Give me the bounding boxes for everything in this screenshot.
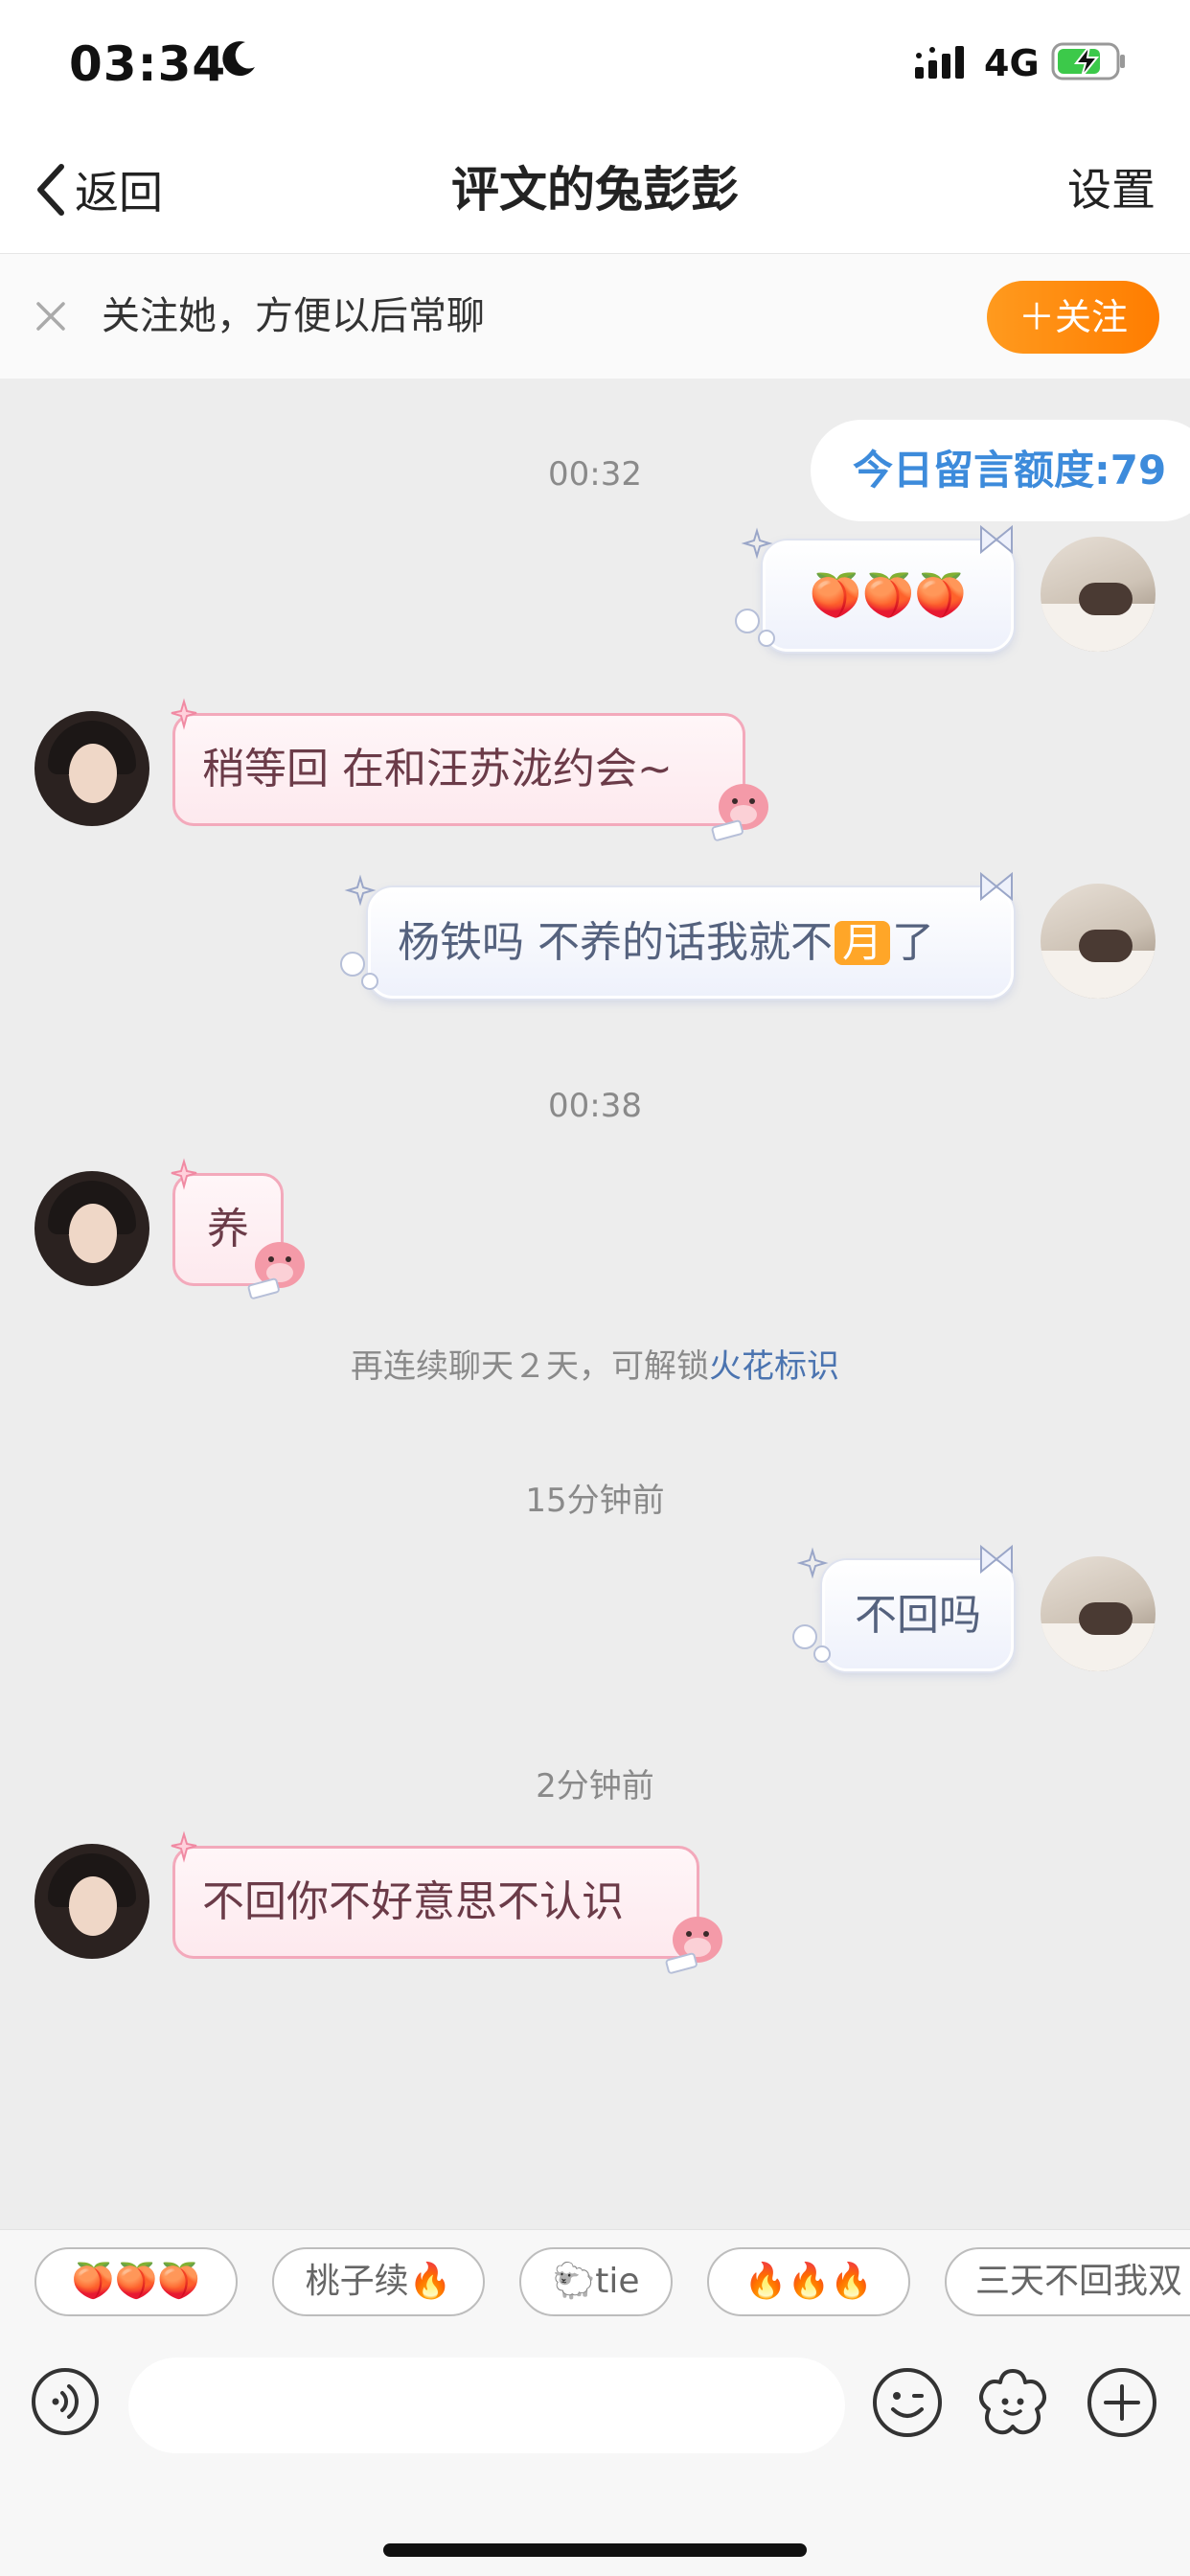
message-bubble-received[interactable]: 不回你不好意思不认识 [172, 1846, 699, 1959]
battery-charging-icon [1051, 42, 1125, 80]
quick-reply-chip[interactable]: 🍑🍑🍑 [34, 2247, 238, 2316]
message-text: 了 [892, 917, 935, 967]
star-decoration-icon [171, 1830, 197, 1863]
close-icon[interactable] [33, 298, 69, 334]
quick-reply-chip[interactable]: 🐑tie [519, 2247, 673, 2316]
network-type: 4G [984, 42, 1040, 84]
timestamp: 00:38 [548, 1087, 642, 1125]
message-bubble-received[interactable]: 稍等回 在和汪苏泷约会~ [172, 713, 745, 826]
message-bubble-sent[interactable]: 不回吗 [822, 1560, 1014, 1671]
contact-avatar[interactable] [34, 711, 149, 826]
sticker-icon[interactable] [975, 2365, 1050, 2440]
message-input[interactable] [128, 2358, 845, 2453]
message-text: 杨铁吗 不养的话我就不 [398, 917, 833, 967]
home-indicator [383, 2543, 807, 2557]
follow-button[interactable]: ＋关注 [987, 281, 1159, 354]
spark-unlock-notice: 再连续聊天２天，可解锁火花标识 [0, 1340, 1190, 1387]
follow-prompt: 关注她，方便以后常聊 [102, 294, 485, 338]
quick-reply-chip[interactable]: 三天不回我双 [945, 2247, 1190, 2316]
contact-avatar[interactable] [34, 1844, 149, 1959]
message-bubble-sent[interactable]: 杨铁吗 不养的话我就不月了 [368, 887, 1014, 999]
message-bubble-sent[interactable]: 🍑🍑🍑 [763, 540, 1014, 652]
quick-reply-bar: 🍑🍑🍑 桃子续🔥 🐑tie 🔥🔥🔥 三天不回我双 [0, 2229, 1190, 2334]
bow-decoration-icon [980, 524, 1013, 555]
quick-reply-chip[interactable]: 🔥🔥🔥 [707, 2247, 910, 2316]
page-title: 评文的兔彭彭 [451, 162, 739, 218]
my-avatar[interactable] [1041, 537, 1156, 652]
signal-icon [915, 46, 964, 79]
moon-icon [222, 41, 255, 77]
timestamp: 15分钟前 [525, 1482, 665, 1520]
star-decoration-icon [171, 1158, 197, 1190]
chevron-left-icon [37, 164, 64, 216]
beaver-sticker-icon [711, 784, 768, 841]
quick-reply-chip[interactable]: 桃子续🔥 [272, 2247, 485, 2316]
timestamp: 00:32 [548, 455, 642, 494]
status-bar: 03:34 4G [0, 0, 1190, 129]
month-emoji: 月 [835, 920, 891, 966]
voice-icon[interactable] [31, 2367, 100, 2436]
back-label: 返回 [75, 167, 163, 218]
beaver-sticker-icon [247, 1242, 305, 1300]
notice-text: 再连续聊天２天，可解锁 [351, 1347, 709, 1386]
back-button[interactable]: 返回 [31, 156, 163, 223]
my-avatar[interactable] [1041, 1556, 1156, 1671]
my-avatar[interactable] [1041, 884, 1156, 999]
nav-bar: 返回 评文的兔彭彭 设置 [0, 129, 1190, 254]
timestamp: 2分钟前 [536, 1767, 654, 1806]
emoji-icon[interactable] [872, 2367, 943, 2438]
contact-avatar[interactable] [34, 1171, 149, 1286]
sparkle-decoration-icon [792, 1547, 831, 1663]
beaver-sticker-icon [665, 1917, 722, 1974]
sparkle-decoration-icon [340, 874, 378, 990]
bow-decoration-icon [980, 1544, 1013, 1575]
sparkle-decoration-icon [735, 527, 775, 647]
settings-button[interactable]: 设置 [1067, 156, 1156, 223]
plus-icon[interactable] [1087, 2367, 1157, 2438]
bow-decoration-icon [980, 871, 1013, 902]
spark-badge-link[interactable]: 火花标识 [709, 1347, 839, 1386]
star-decoration-icon [171, 698, 197, 730]
follow-banner: 关注她，方便以后常聊 ＋关注 [0, 254, 1190, 379]
input-bar [0, 2334, 1190, 2576]
status-time: 03:34 [69, 36, 227, 92]
